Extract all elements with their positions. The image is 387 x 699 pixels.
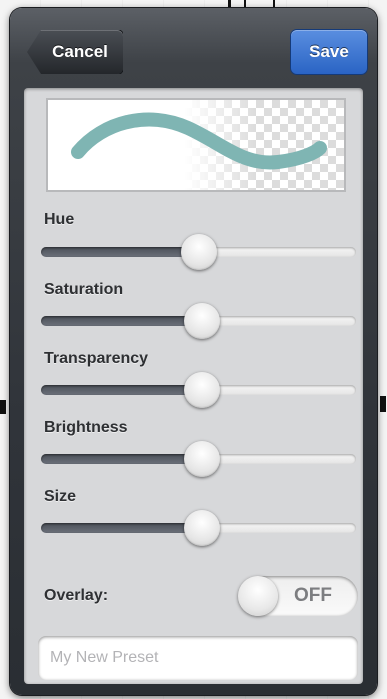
size-label: Size (44, 488, 77, 505)
saturation-slider-fill (41, 316, 202, 326)
transparency-slider-thumb[interactable] (183, 372, 220, 408)
size-slider[interactable] (41, 510, 356, 546)
size-slider-thumb[interactable] (183, 510, 220, 546)
transparency-label: Transparency (44, 350, 149, 367)
settings-panel: Hue Saturation Transparency Brightness S… (24, 88, 363, 684)
title-bar: Cancel Save (10, 8, 377, 86)
overlay-toggle-knob[interactable] (238, 576, 278, 616)
brightness-slider-thumb[interactable] (183, 441, 220, 477)
brush-settings-dialog: Cancel Save Hue Saturation Transparency … (10, 8, 377, 695)
brightness-slider[interactable] (41, 441, 356, 477)
brush-stroke-preview (71, 112, 327, 170)
hue-slider[interactable] (41, 234, 356, 270)
overlay-label: Overlay: (44, 587, 109, 604)
overlay-toggle[interactable]: OFF (238, 576, 358, 616)
save-button[interactable]: Save (291, 30, 367, 74)
brightness-label: Brightness (44, 419, 128, 436)
hue-slider-thumb[interactable] (180, 234, 217, 270)
transparency-slider[interactable] (41, 372, 356, 408)
brush-stroke (71, 112, 327, 170)
brightness-slider-fill (41, 454, 202, 464)
cancel-button[interactable]: Cancel (27, 30, 123, 74)
transparency-slider-fill (41, 385, 202, 395)
size-slider-fill (41, 523, 202, 533)
overlay-toggle-state: OFF (294, 585, 332, 606)
preset-name-input[interactable]: My New Preset (38, 636, 358, 680)
hue-slider-fill (41, 247, 199, 257)
background-mark (0, 400, 6, 414)
background-mark (380, 396, 386, 412)
hue-label: Hue (44, 211, 75, 228)
saturation-label: Saturation (44, 281, 124, 298)
brush-preview (46, 98, 346, 192)
saturation-slider-thumb[interactable] (183, 303, 220, 339)
saturation-slider[interactable] (41, 303, 356, 339)
